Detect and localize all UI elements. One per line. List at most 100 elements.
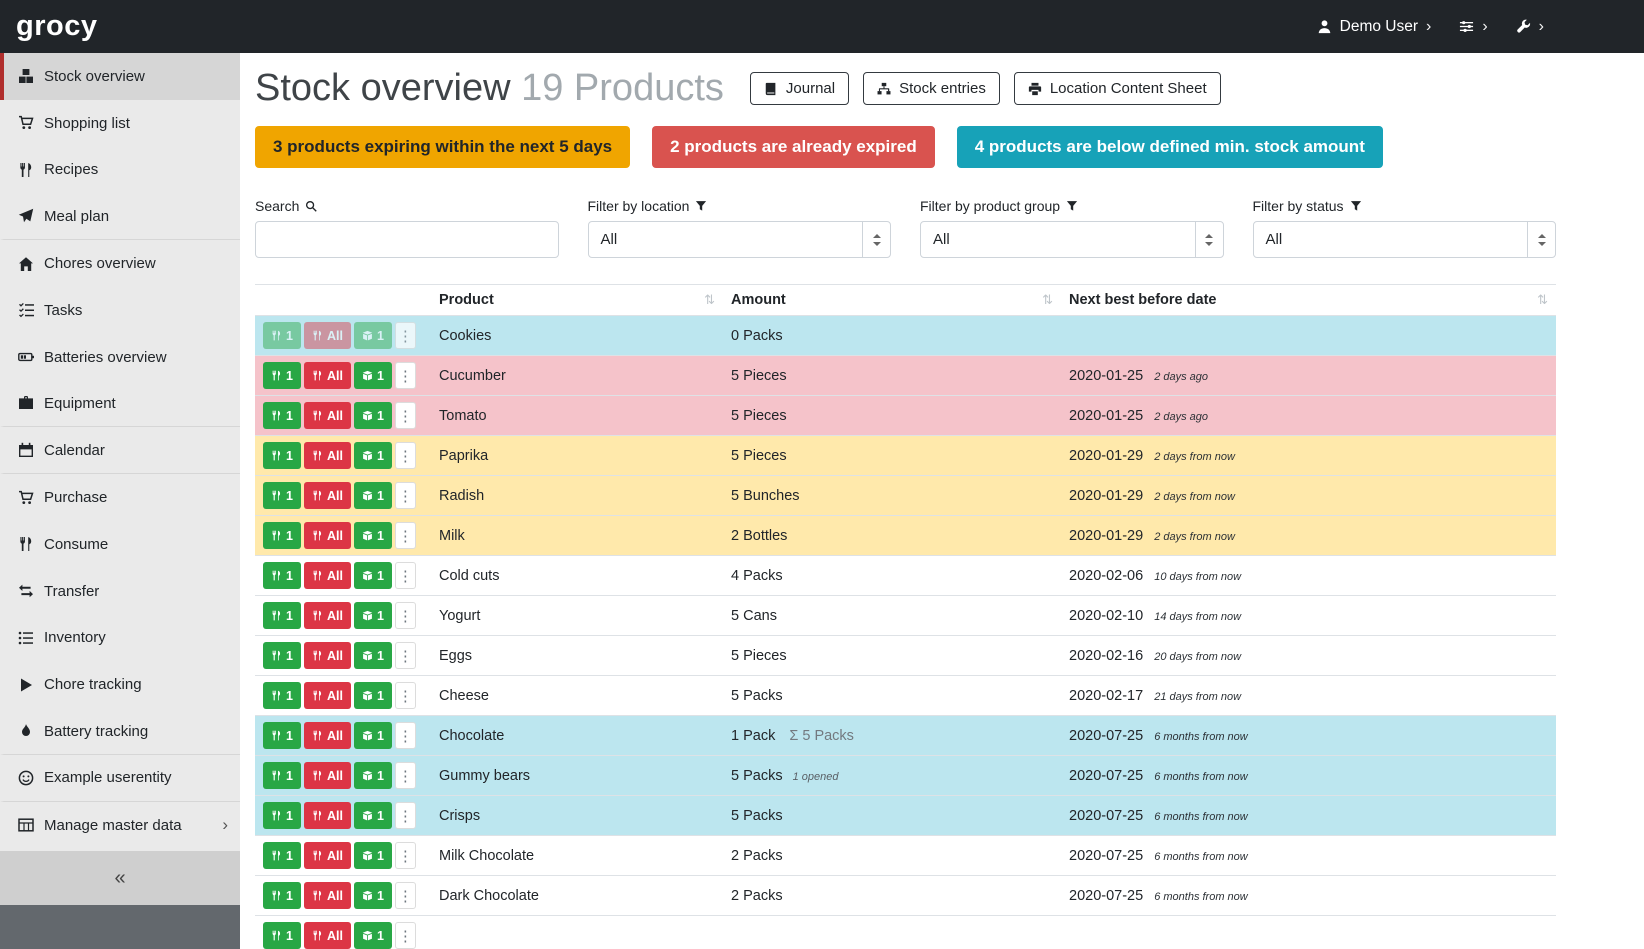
consume-all-button[interactable]: All bbox=[304, 482, 351, 509]
consume-one-button[interactable]: 1 bbox=[263, 642, 301, 669]
sidebar-item-chore-tracking[interactable]: Chore tracking bbox=[0, 661, 240, 708]
consume-one-button[interactable]: 1 bbox=[263, 802, 301, 829]
sidebar-item-battery-tracking[interactable]: Battery tracking bbox=[0, 708, 240, 755]
column-header-next-best-before-date[interactable]: Next best before date⇅ bbox=[1061, 285, 1556, 316]
consume-all-button[interactable]: All bbox=[304, 522, 351, 549]
row-menu-button[interactable]: ⋮ bbox=[395, 362, 416, 389]
button-label: 1 bbox=[286, 689, 293, 703]
consume-one-button[interactable]: 1 bbox=[263, 482, 301, 509]
consume-all-button[interactable]: All bbox=[304, 402, 351, 429]
open-one-button[interactable]: 1 bbox=[354, 562, 392, 589]
consume-all-button[interactable]: All bbox=[304, 562, 351, 589]
expiring-soon-alert[interactable]: 3 products expiring within the next 5 da… bbox=[255, 126, 630, 168]
row-menu-button[interactable]: ⋮ bbox=[395, 522, 416, 549]
open-one-button[interactable]: 1 bbox=[354, 882, 392, 909]
consume-all-button[interactable]: All bbox=[304, 442, 351, 469]
sidebar-item-example-userentity[interactable]: Example userentity bbox=[0, 755, 240, 802]
date-cell bbox=[1061, 916, 1556, 949]
row-menu-button[interactable]: ⋮ bbox=[395, 762, 416, 789]
below-min-stock-alert[interactable]: 4 products are below defined min. stock … bbox=[957, 126, 1383, 168]
consume-one-button[interactable]: 1 bbox=[263, 842, 301, 869]
consume-all-button[interactable]: All bbox=[304, 882, 351, 909]
consume-all-button[interactable]: All bbox=[304, 762, 351, 789]
sidebar-item-purchase[interactable]: Purchase bbox=[0, 474, 240, 521]
stock-entries-button[interactable]: Stock entries bbox=[863, 72, 1000, 105]
consume-one-button[interactable]: 1 bbox=[263, 442, 301, 469]
user-menu[interactable]: Demo User › bbox=[1317, 18, 1432, 36]
row-menu-button[interactable]: ⋮ bbox=[395, 322, 416, 349]
open-one-button[interactable]: 1 bbox=[354, 322, 392, 349]
sidebar-item-equipment[interactable]: Equipment bbox=[0, 381, 240, 428]
consume-all-button[interactable]: All bbox=[304, 642, 351, 669]
open-one-button[interactable]: 1 bbox=[354, 762, 392, 789]
consume-all-button[interactable]: All bbox=[304, 682, 351, 709]
sidebar-item-shopping-list[interactable]: Shopping list bbox=[0, 100, 240, 147]
sidebar-item-inventory[interactable]: Inventory bbox=[0, 615, 240, 662]
open-one-button[interactable]: 1 bbox=[354, 682, 392, 709]
consume-all-button[interactable]: All bbox=[304, 602, 351, 629]
consume-one-button[interactable]: 1 bbox=[263, 682, 301, 709]
journal-button[interactable]: Journal bbox=[750, 72, 849, 105]
sidebar-item-chores-overview[interactable]: Chores overview bbox=[0, 240, 240, 287]
sidebar-item-transfer[interactable]: Transfer bbox=[0, 568, 240, 615]
row-menu-button[interactable]: ⋮ bbox=[395, 562, 416, 589]
consume-all-button[interactable]: All bbox=[304, 802, 351, 829]
sidebar-item-batteries-overview[interactable]: Batteries overview bbox=[0, 334, 240, 381]
sidebar-item-meal-plan[interactable]: Meal plan bbox=[0, 193, 240, 240]
search-input[interactable] bbox=[255, 221, 559, 258]
admin-menu[interactable]: › bbox=[1516, 19, 1544, 35]
consume-one-button[interactable]: 1 bbox=[263, 882, 301, 909]
consume-one-button[interactable]: 1 bbox=[263, 562, 301, 589]
open-one-button[interactable]: 1 bbox=[354, 442, 392, 469]
open-one-button[interactable]: 1 bbox=[354, 722, 392, 749]
settings-menu[interactable]: › bbox=[1459, 19, 1487, 35]
open-one-button[interactable]: 1 bbox=[354, 522, 392, 549]
open-one-button[interactable]: 1 bbox=[354, 602, 392, 629]
consume-one-button[interactable]: 1 bbox=[263, 762, 301, 789]
consume-all-button[interactable]: All bbox=[304, 922, 351, 949]
expired-alert[interactable]: 2 products are already expired bbox=[652, 126, 935, 168]
open-one-button[interactable]: 1 bbox=[354, 402, 392, 429]
consume-one-button[interactable]: 1 bbox=[263, 322, 301, 349]
row-menu-button[interactable]: ⋮ bbox=[395, 882, 416, 909]
consume-one-button[interactable]: 1 bbox=[263, 922, 301, 949]
consume-all-button[interactable]: All bbox=[304, 362, 351, 389]
sidebar-item-stock-overview[interactable]: Stock overview bbox=[0, 53, 240, 100]
column-header-product[interactable]: Product⇅ bbox=[431, 285, 723, 316]
sidebar-item-consume[interactable]: Consume bbox=[0, 521, 240, 568]
row-menu-button[interactable]: ⋮ bbox=[395, 482, 416, 509]
open-one-button[interactable]: 1 bbox=[354, 802, 392, 829]
consume-all-button[interactable]: All bbox=[304, 322, 351, 349]
consume-one-button[interactable]: 1 bbox=[263, 522, 301, 549]
sidebar-item-manage-master-data[interactable]: Manage master data› bbox=[0, 802, 240, 849]
row-menu-button[interactable]: ⋮ bbox=[395, 642, 416, 669]
row-menu-button[interactable]: ⋮ bbox=[395, 442, 416, 469]
row-menu-button[interactable]: ⋮ bbox=[395, 682, 416, 709]
product-group-filter-select[interactable]: All bbox=[920, 221, 1224, 258]
row-menu-button[interactable]: ⋮ bbox=[395, 842, 416, 869]
location-content-sheet-button[interactable]: Location Content Sheet bbox=[1014, 72, 1221, 105]
sidebar-item-recipes[interactable]: Recipes bbox=[0, 147, 240, 194]
open-one-button[interactable]: 1 bbox=[354, 642, 392, 669]
row-menu-button[interactable]: ⋮ bbox=[395, 402, 416, 429]
consume-all-button[interactable]: All bbox=[304, 722, 351, 749]
sidebar-item-tasks[interactable]: Tasks bbox=[0, 287, 240, 334]
open-one-button[interactable]: 1 bbox=[354, 482, 392, 509]
row-menu-button[interactable]: ⋮ bbox=[395, 802, 416, 829]
open-one-button[interactable]: 1 bbox=[354, 842, 392, 869]
sidebar-item-calendar[interactable]: Calendar bbox=[0, 427, 240, 474]
row-menu-button[interactable]: ⋮ bbox=[395, 722, 416, 749]
open-one-button[interactable]: 1 bbox=[354, 362, 392, 389]
column-header-amount[interactable]: Amount⇅ bbox=[723, 285, 1061, 316]
row-menu-button[interactable]: ⋮ bbox=[395, 922, 416, 949]
consume-one-button[interactable]: 1 bbox=[263, 402, 301, 429]
sidebar-collapse-button[interactable]: « bbox=[0, 851, 240, 905]
row-menu-button[interactable]: ⋮ bbox=[395, 602, 416, 629]
open-one-button[interactable]: 1 bbox=[354, 922, 392, 949]
location-filter-select[interactable]: All bbox=[588, 221, 892, 258]
consume-one-button[interactable]: 1 bbox=[263, 722, 301, 749]
consume-one-button[interactable]: 1 bbox=[263, 602, 301, 629]
consume-one-button[interactable]: 1 bbox=[263, 362, 301, 389]
consume-all-button[interactable]: All bbox=[304, 842, 351, 869]
status-filter-select[interactable]: All bbox=[1253, 221, 1557, 258]
